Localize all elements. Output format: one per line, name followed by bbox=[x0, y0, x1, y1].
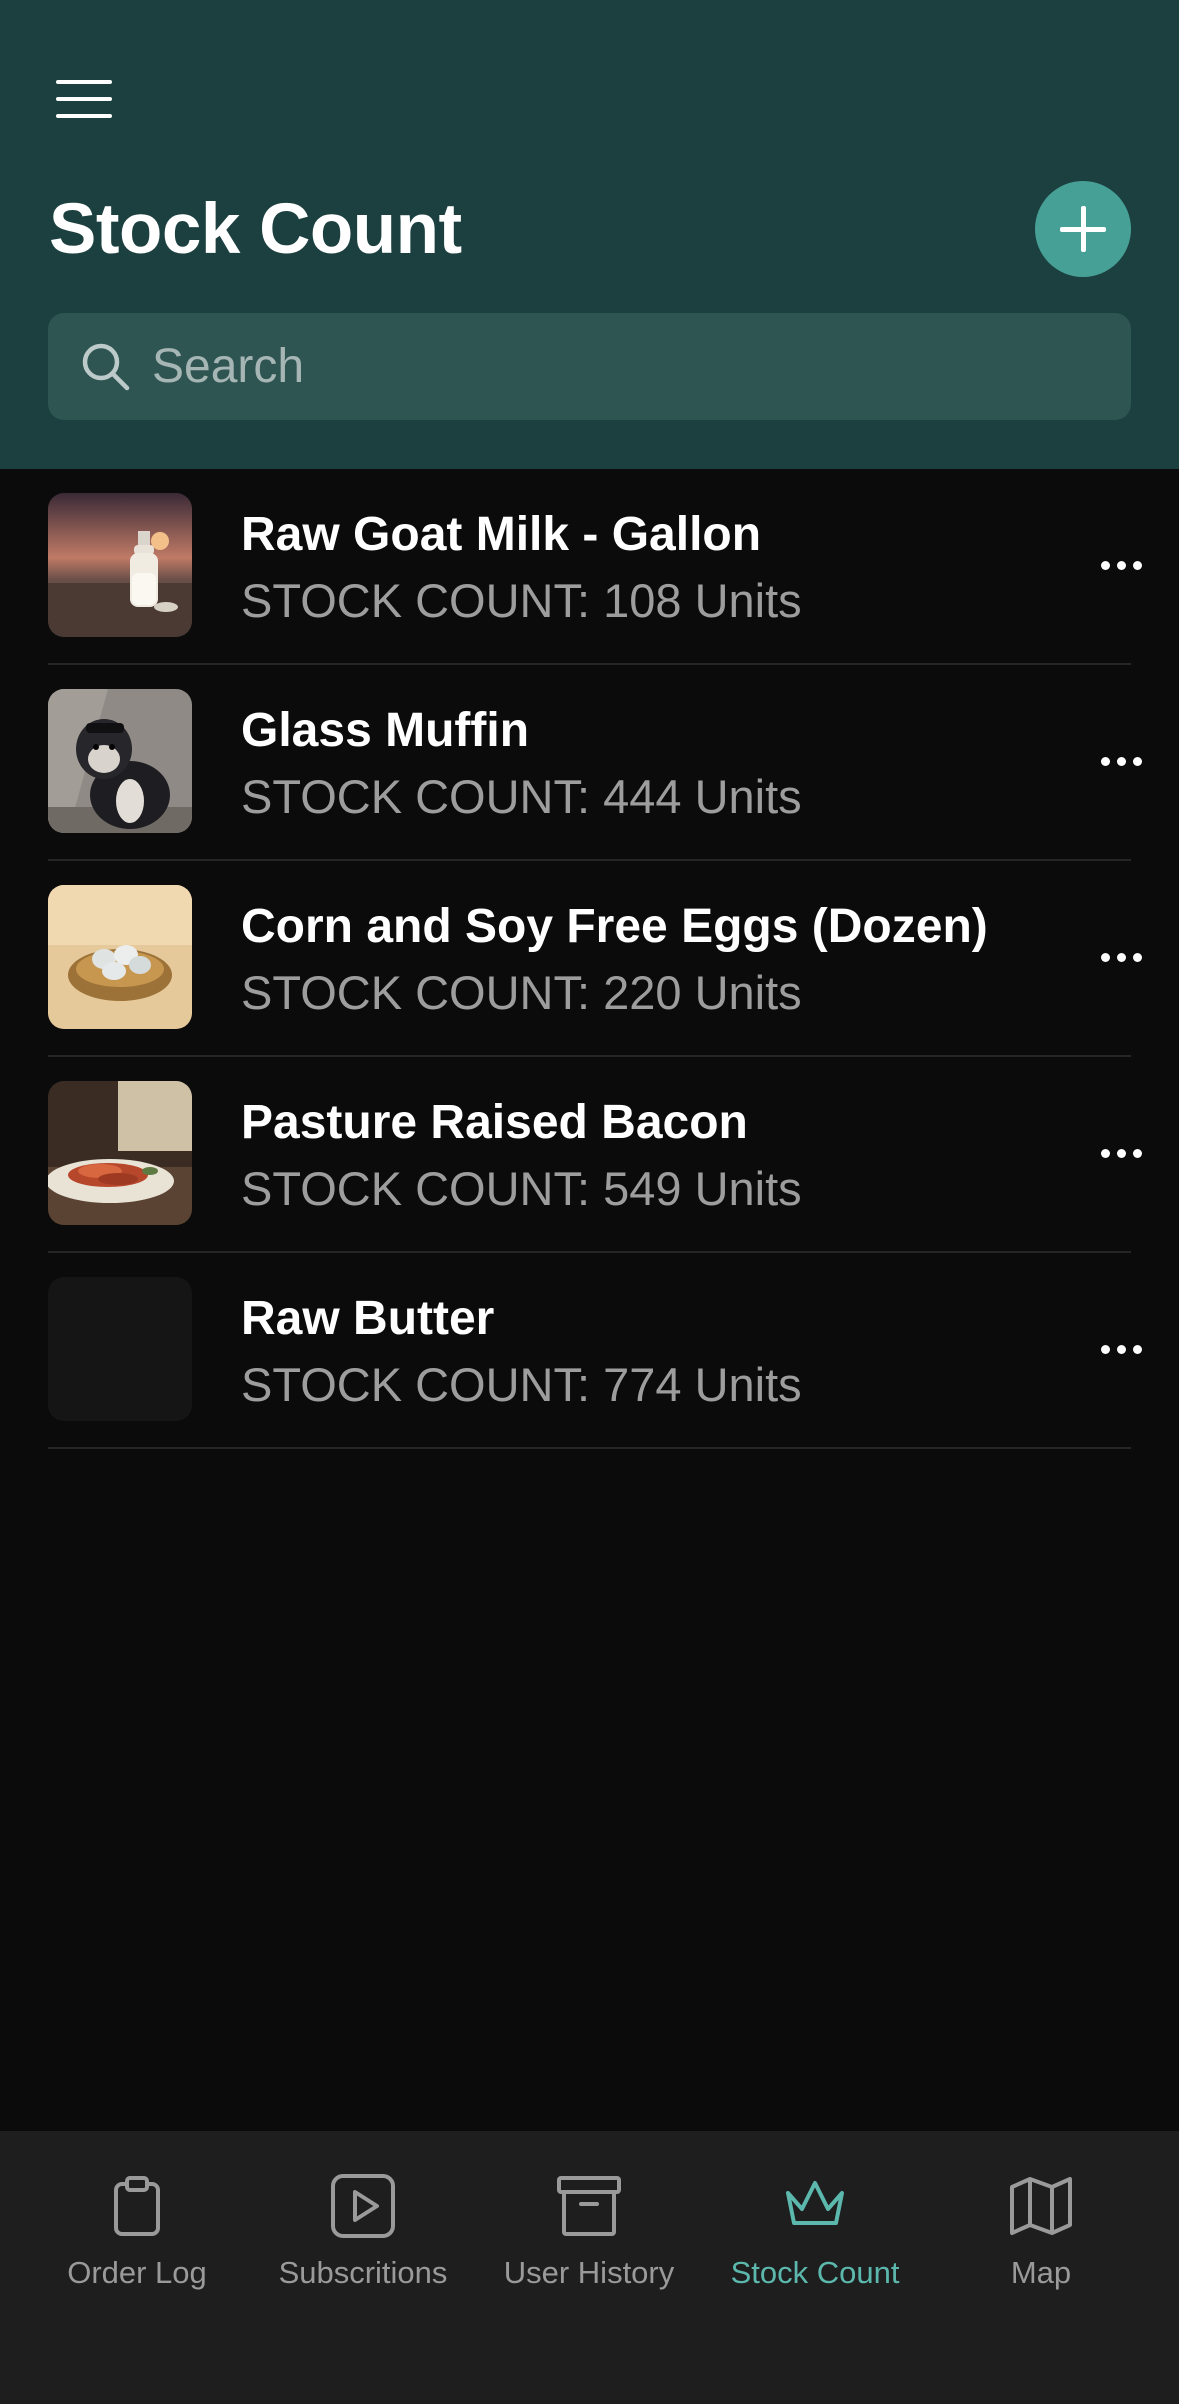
product-thumbnail bbox=[48, 689, 192, 833]
search-icon bbox=[82, 343, 130, 391]
list-item[interactable]: Raw Butter STOCK COUNT: 774 Units bbox=[48, 1253, 1142, 1449]
tab-subscriptions[interactable]: Subscritions bbox=[250, 2131, 476, 2291]
product-thumbnail bbox=[48, 493, 192, 637]
product-thumbnail bbox=[48, 1081, 192, 1225]
more-options-icon[interactable] bbox=[1048, 735, 1142, 787]
tab-map[interactable]: Map bbox=[928, 2131, 1154, 2291]
map-icon bbox=[1010, 2177, 1072, 2235]
list-item[interactable]: Raw Goat Milk - Gallon STOCK COUNT: 108 … bbox=[48, 469, 1142, 665]
tab-label: Subscritions bbox=[278, 2255, 448, 2290]
page-title: Stock Count bbox=[49, 190, 462, 269]
tab-label: User History bbox=[503, 2255, 675, 2290]
tab-stock-count[interactable]: Stock Count bbox=[702, 2131, 928, 2291]
item-stock-count: STOCK COUNT: 220 Units bbox=[241, 966, 802, 1019]
tab-label: Order Log bbox=[67, 2255, 207, 2290]
hamburger-menu-icon[interactable] bbox=[56, 80, 112, 118]
item-stock-count: STOCK COUNT: 774 Units bbox=[241, 1358, 802, 1411]
tab-order-log[interactable]: Order Log bbox=[24, 2131, 250, 2291]
list-item[interactable]: Corn and Soy Free Eggs (Dozen) STOCK COU… bbox=[48, 861, 1142, 1057]
item-stock-count: STOCK COUNT: 108 Units bbox=[241, 574, 802, 627]
archive-box-icon bbox=[557, 2176, 621, 2236]
tab-user-history[interactable]: User History bbox=[476, 2131, 702, 2291]
list-item[interactable]: Pasture Raised Bacon STOCK COUNT: 549 Un… bbox=[48, 1057, 1142, 1253]
app-header: Stock Count bbox=[0, 0, 1179, 469]
item-name: Corn and Soy Free Eggs (Dozen) bbox=[241, 900, 988, 953]
item-name: Raw Butter bbox=[241, 1292, 495, 1345]
clipboard-icon bbox=[114, 2176, 160, 2236]
item-name: Glass Muffin bbox=[241, 704, 530, 757]
list-item[interactable]: Glass Muffin STOCK COUNT: 444 Units bbox=[48, 665, 1142, 861]
item-name: Pasture Raised Bacon bbox=[241, 1096, 748, 1149]
play-icon bbox=[331, 2174, 395, 2238]
item-stock-count: STOCK COUNT: 549 Units bbox=[241, 1162, 802, 1215]
more-options-icon[interactable] bbox=[1048, 1323, 1142, 1375]
more-options-icon[interactable] bbox=[1048, 931, 1142, 983]
more-options-icon[interactable] bbox=[1048, 1127, 1142, 1179]
crown-icon bbox=[786, 2181, 844, 2225]
more-options-icon[interactable] bbox=[1048, 539, 1142, 591]
item-stock-count: STOCK COUNT: 444 Units bbox=[241, 770, 802, 823]
tab-label: Stock Count bbox=[730, 2255, 900, 2290]
add-item-button[interactable] bbox=[1035, 181, 1131, 277]
item-name: Raw Goat Milk - Gallon bbox=[241, 508, 762, 561]
search-input[interactable] bbox=[152, 313, 1102, 420]
stock-list: Raw Goat Milk - Gallon STOCK COUNT: 108 … bbox=[48, 469, 1142, 1449]
bottom-tab-bar: Order Log Subscritions User History Stoc… bbox=[0, 2131, 1179, 2404]
search-bar[interactable] bbox=[48, 313, 1131, 420]
product-thumbnail bbox=[48, 885, 192, 1029]
product-thumbnail-placeholder bbox=[48, 1277, 192, 1421]
tab-label: Map bbox=[1010, 2255, 1072, 2290]
